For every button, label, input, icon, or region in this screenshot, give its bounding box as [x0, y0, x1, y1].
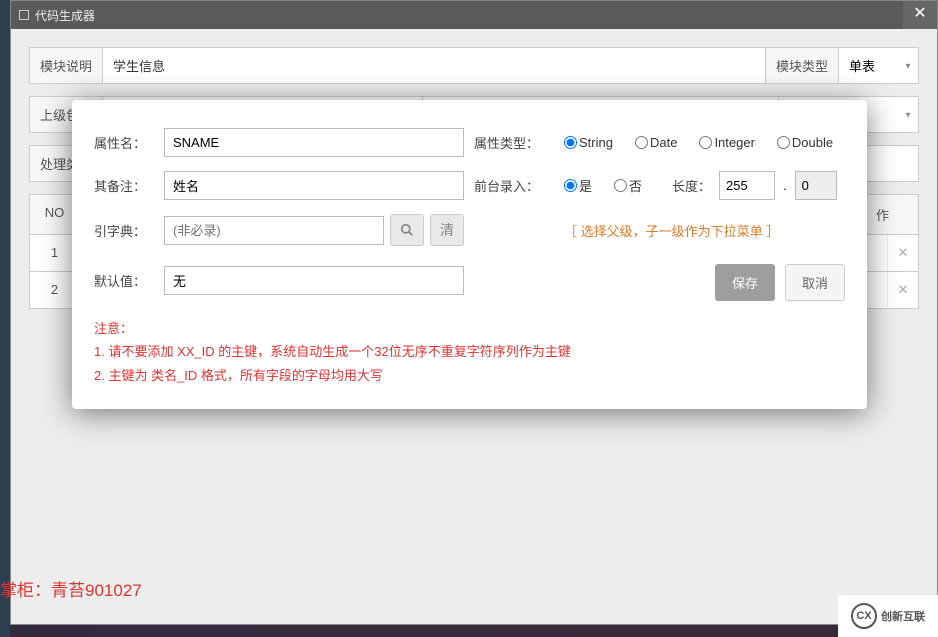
- radio-string[interactable]: String: [564, 135, 613, 150]
- dict-hint: ［ 选择父级，子一级作为下拉菜单 ］: [564, 221, 845, 240]
- notes-title: 注意：: [94, 317, 845, 340]
- length-input[interactable]: [719, 171, 775, 200]
- attr-name-input[interactable]: [164, 128, 464, 157]
- radio-integer[interactable]: Integer: [699, 135, 754, 150]
- default-input[interactable]: [164, 266, 464, 295]
- remark-label: 其备注：: [94, 176, 154, 195]
- dict-input[interactable]: [164, 216, 384, 245]
- footer-text: 掌柜：青苔901027: [0, 576, 142, 601]
- radio-yes[interactable]: 是: [564, 176, 592, 195]
- save-button[interactable]: 保存: [715, 264, 775, 301]
- brand-logo-icon: CX: [851, 603, 877, 629]
- length-label: 长度：: [672, 176, 711, 195]
- brand-logo: CX 创新互联: [838, 595, 938, 637]
- note-2: 2. 主键为 类名_ID 格式，所有字段的字母均用大写: [94, 364, 845, 387]
- default-label: 默认值：: [94, 271, 154, 290]
- attribute-modal: 属性名： 属性类型： String Date Integer Double 其备…: [72, 100, 867, 409]
- cancel-button[interactable]: 取消: [785, 264, 845, 301]
- attr-type-label: 属性类型：: [474, 133, 554, 152]
- attr-type-radios: String Date Integer Double: [564, 135, 845, 150]
- front-input-label: 前台录入：: [474, 176, 554, 195]
- clear-button[interactable]: 清: [430, 214, 464, 246]
- attr-name-label: 属性名：: [94, 133, 154, 152]
- radio-double[interactable]: Double: [777, 135, 833, 150]
- brand-logo-text: 创新互联: [881, 608, 925, 624]
- dict-label: 引字典：: [94, 221, 154, 240]
- notes-block: 注意： 1. 请不要添加 XX_ID 的主键，系统自动生成一个32位无序不重复字…: [94, 317, 845, 387]
- radio-date[interactable]: Date: [635, 135, 677, 150]
- decimal-input[interactable]: [795, 171, 837, 200]
- note-1: 1. 请不要添加 XX_ID 的主键，系统自动生成一个32位无序不重复字符序列作…: [94, 340, 845, 363]
- radio-no[interactable]: 否: [614, 176, 642, 195]
- remark-input[interactable]: [164, 171, 464, 200]
- search-icon-button[interactable]: [390, 214, 424, 246]
